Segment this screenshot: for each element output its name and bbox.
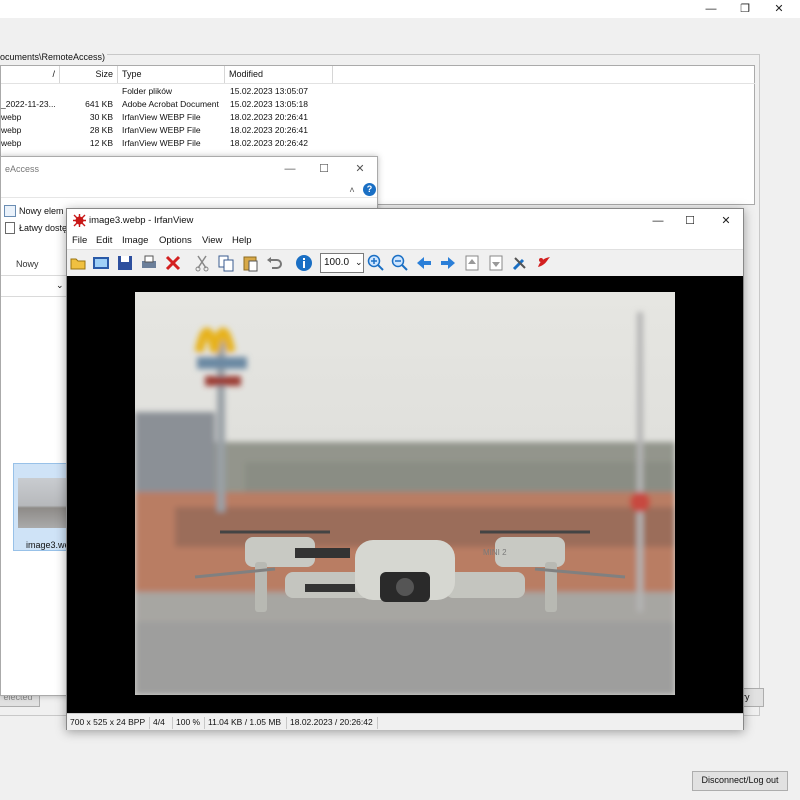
row-type: IrfanView WEBP File (122, 138, 201, 148)
new-item-button[interactable]: Nowy elem (19, 206, 64, 216)
toolbar: 100.0 ⌄ (67, 249, 743, 276)
file-tile[interactable]: image3.we (13, 463, 70, 551)
maximize-icon[interactable]: ☐ (681, 212, 699, 230)
drone-label: MINI 2 (483, 548, 507, 557)
status-size: 11.04 KB / 1.05 MB (204, 717, 281, 729)
status-dimensions: 700 x 525 x 24 BPP (70, 717, 146, 727)
last-page-icon[interactable] (487, 254, 505, 272)
column-modified[interactable]: Modified (225, 66, 333, 83)
column-type[interactable]: Type (118, 66, 225, 83)
status-index: 4/4 (149, 717, 165, 729)
chevron-down-icon: ⌄ (355, 257, 363, 267)
menu-view[interactable]: View (202, 235, 222, 246)
print-icon[interactable] (140, 254, 158, 272)
slideshow-icon[interactable] (92, 254, 110, 272)
irfanview-logo-icon (73, 214, 86, 227)
column-size[interactable]: Size (60, 66, 118, 83)
save-icon[interactable] (116, 254, 134, 272)
row-modified: 18.02.2023 20:26:41 (230, 112, 308, 122)
status-bar: 700 x 525 x 24 BPP 4/4 100 % 11.04 KB / … (67, 713, 743, 730)
remote-titlebar: — ❐ ✕ (0, 0, 800, 18)
row-name[interactable]: webp (1, 138, 21, 148)
copy-icon[interactable] (217, 254, 235, 272)
window-title: image3.webp - IrfanView (89, 215, 194, 226)
menu-file[interactable]: File (72, 235, 87, 246)
new-item-icon (4, 205, 16, 217)
cut-icon[interactable] (193, 254, 211, 272)
path-label: ocuments\RemoteAccess) (0, 52, 108, 62)
status-date: 18.02.2023 / 20:26:42 (286, 717, 373, 729)
easy-access-button[interactable]: Łatwy dostę (19, 223, 67, 233)
row-modified: 18.02.2023 20:26:42 (230, 138, 308, 148)
row-name[interactable]: _2022-11-23... (1, 99, 56, 109)
minimize-icon[interactable]: — (702, 0, 720, 18)
info-icon[interactable] (295, 254, 313, 272)
menu-image[interactable]: Image (122, 235, 148, 246)
row-name[interactable]: webp (1, 112, 21, 122)
close-icon[interactable]: ✕ (351, 160, 369, 178)
row-type: Folder plików (122, 86, 173, 96)
menu-edit[interactable]: Edit (96, 235, 112, 246)
ribbon-group-label: Nowy (16, 259, 39, 269)
menu-help[interactable]: Help (232, 235, 252, 246)
image-canvas[interactable]: MINI 2 (67, 276, 743, 713)
open-icon[interactable] (69, 254, 87, 272)
paste-icon[interactable] (241, 254, 259, 272)
row-size: 30 KB (89, 112, 113, 122)
undo-icon[interactable] (265, 254, 283, 272)
disconnect-button[interactable]: Disconnect/Log out (692, 771, 788, 791)
row-type: Adobe Acrobat Document (122, 99, 219, 109)
close-icon[interactable]: ✕ (770, 0, 788, 18)
row-modified: 15.02.2023 13:05:07 (230, 86, 308, 96)
minimize-icon[interactable]: — (649, 212, 667, 230)
chevron-down-icon: ⌄ (56, 280, 64, 290)
restore-icon[interactable]: ❐ (736, 0, 754, 18)
image-thumbnail (18, 478, 68, 528)
irfanview-titlebar: image3.webp - IrfanView — ☐ ✕ (67, 209, 743, 233)
irfanview-about-icon[interactable] (535, 254, 553, 272)
menu-options[interactable]: Options (159, 235, 192, 246)
row-name[interactable]: webp (1, 125, 21, 135)
first-page-icon[interactable] (463, 254, 481, 272)
zoom-value: 100.0 (324, 257, 350, 268)
irfanview-window: image3.webp - IrfanView — ☐ ✕ File Edit … (66, 208, 744, 730)
menu-bar: File Edit Image Options View Help (67, 233, 743, 249)
row-modified: 15.02.2023 13:05:18 (230, 99, 308, 109)
address-dropdown[interactable]: ⌄ (1, 275, 67, 297)
row-type: IrfanView WEBP File (122, 112, 201, 122)
status-zoom: 100 % (172, 717, 200, 729)
explorer-title: eAccess (5, 164, 40, 174)
row-size: 28 KB (89, 125, 113, 135)
settings-icon[interactable] (511, 254, 529, 272)
delete-icon[interactable] (164, 254, 182, 272)
help-icon[interactable]: ? (363, 183, 376, 196)
thumbnail-label: image3.we (26, 540, 70, 550)
maximize-icon[interactable]: ☐ (315, 160, 333, 178)
column-name[interactable]: / (1, 66, 60, 83)
zoom-out-icon[interactable] (391, 254, 409, 272)
status-empty (377, 717, 381, 729)
previous-icon[interactable] (415, 254, 433, 272)
easy-access-icon (5, 222, 15, 234)
row-modified: 18.02.2023 20:26:41 (230, 125, 308, 135)
minimize-icon[interactable]: — (281, 160, 299, 178)
row-type: IrfanView WEBP File (122, 125, 201, 135)
row-size: 641 KB (85, 99, 113, 109)
row-size: 12 KB (89, 138, 113, 148)
zoom-select[interactable]: 100.0 ⌄ (320, 253, 364, 273)
next-icon[interactable] (439, 254, 457, 272)
zoom-in-icon[interactable] (367, 254, 385, 272)
close-icon[interactable]: ✕ (717, 212, 735, 230)
drone-photo: MINI 2 (135, 292, 675, 695)
